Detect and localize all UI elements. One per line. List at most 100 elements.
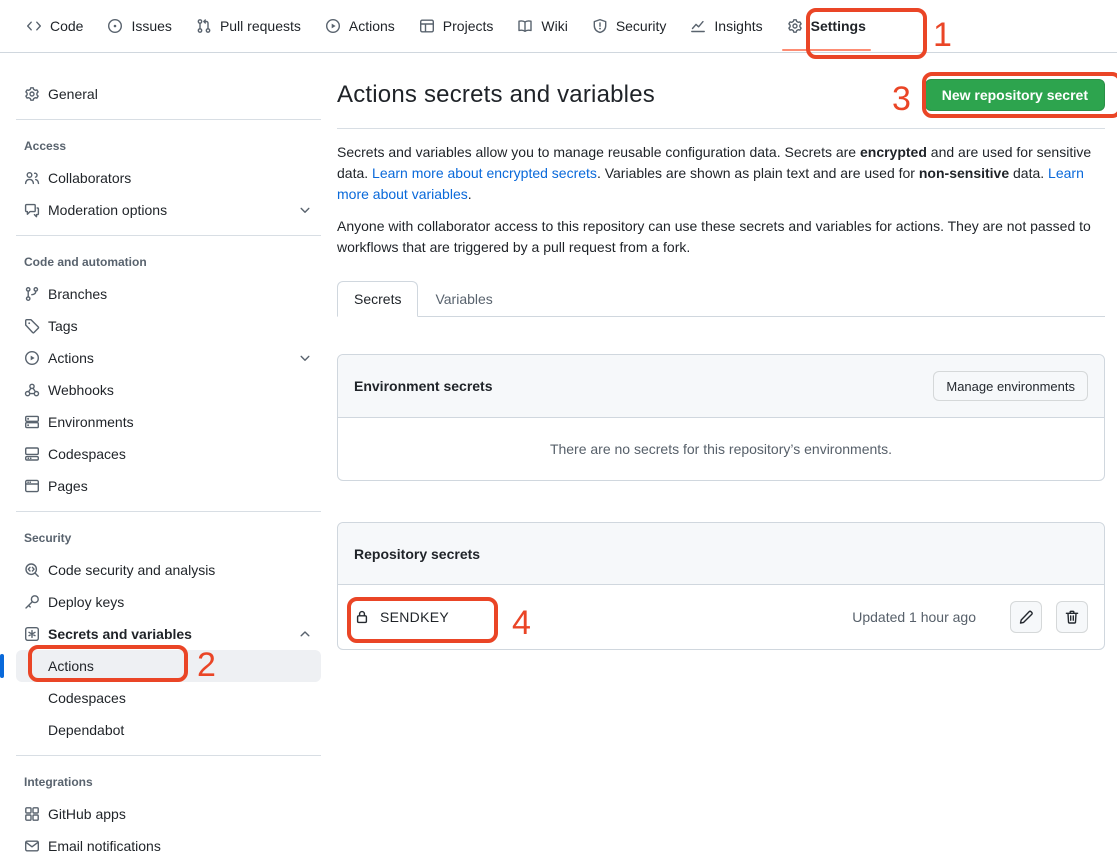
sidebar-section-title: Code and automation: [16, 245, 321, 278]
sidebar-divider: [16, 511, 321, 512]
new-repository-secret-button[interactable]: New repository secret: [925, 79, 1105, 111]
sidebar-item-collaborators[interactable]: Collaborators: [16, 162, 321, 194]
emphasis-text: non-sensitive: [919, 165, 1009, 181]
environment-secrets-header: Environment secrets Manage environments: [338, 355, 1104, 418]
nav-tab-label: Actions: [349, 18, 395, 34]
sidebar-item-label: GitHub apps: [48, 806, 126, 822]
nav-tab-insights[interactable]: Insights: [681, 0, 771, 52]
sidebar-item-label: Pages: [48, 478, 88, 494]
sidebar-item-moderation-options[interactable]: Moderation options: [16, 194, 321, 226]
manage-environments-button[interactable]: Manage environments: [933, 371, 1088, 401]
issue-opened-icon: [107, 18, 123, 34]
pencil-icon: [1018, 609, 1034, 625]
tab-secrets[interactable]: Secrets: [337, 281, 418, 317]
environment-secrets-empty-message: There are no secrets for this repository…: [338, 418, 1104, 480]
sidebar-divider: [16, 755, 321, 756]
chevron-up-icon: [297, 626, 313, 642]
key-asterisk-icon: [24, 626, 40, 642]
sidebar-item-environments[interactable]: Environments: [16, 406, 321, 438]
mail-icon: [24, 838, 40, 854]
repository-secrets-title: Repository secrets: [354, 546, 480, 562]
emphasis-text: encrypted: [860, 144, 927, 160]
sidebar-item-secrets-and-variables[interactable]: Secrets and variables: [16, 618, 321, 650]
sidebar-item-label: Deploy keys: [48, 594, 124, 610]
sidebar-item-label: Actions: [48, 658, 94, 674]
sidebar-item-label: Codespaces: [48, 690, 126, 706]
text-segment: data.: [1009, 165, 1048, 181]
nav-tab-issues[interactable]: Issues: [98, 0, 180, 52]
sidebar-item-label: Branches: [48, 286, 107, 302]
secret-row: SENDKEY Updated 1 hour ago: [338, 585, 1104, 649]
learn-more-link[interactable]: Learn more about encrypted secrets: [372, 165, 597, 181]
sidebar-divider: [16, 119, 321, 120]
nav-tab-label: Code: [50, 18, 83, 34]
sidebar-item-label: Dependabot: [48, 722, 124, 738]
intro-paragraph: Secrets and variables allow you to manag…: [337, 142, 1105, 205]
codescan-icon: [24, 562, 40, 578]
tab-variables[interactable]: Variables: [418, 281, 509, 317]
settings-sidebar: General Access Collaborators Moderation …: [0, 53, 337, 862]
text-segment: .: [468, 186, 472, 202]
gear-icon: [787, 18, 803, 34]
play-icon: [24, 350, 40, 366]
sidebar-item-dependabot[interactable]: Dependabot: [16, 714, 321, 746]
edit-secret-button[interactable]: [1010, 601, 1042, 633]
sidebar-item-pages[interactable]: Pages: [16, 470, 321, 502]
book-icon: [517, 18, 533, 34]
nav-tab-wiki[interactable]: Wiki: [508, 0, 576, 52]
sidebar-item-actions[interactable]: Actions: [16, 650, 321, 682]
sidebar-section-title: Security: [16, 521, 321, 554]
sidebar-divider: [16, 235, 321, 236]
git-pull-request-icon: [196, 18, 212, 34]
sidebar-item-code-security-and-analysis[interactable]: Code security and analysis: [16, 554, 321, 586]
nav-tab-label: Pull requests: [220, 18, 301, 34]
sidebar-item-label: Actions: [48, 350, 94, 366]
sidebar-item-general[interactable]: General: [16, 78, 321, 110]
nav-tab-actions[interactable]: Actions: [316, 0, 404, 52]
nav-tab-label: Wiki: [541, 18, 567, 34]
sidebar-item-branches[interactable]: Branches: [16, 278, 321, 310]
nav-tab-projects[interactable]: Projects: [410, 0, 503, 52]
sidebar-item-label: Collaborators: [48, 170, 131, 186]
environment-secrets-title: Environment secrets: [354, 378, 493, 394]
delete-secret-button[interactable]: [1056, 601, 1088, 633]
main-content: Actions secrets and variables New reposi…: [337, 53, 1117, 650]
repository-secrets-card: Repository secrets SENDKEY Updated 1 hou…: [337, 522, 1105, 650]
sidebar-item-codespaces[interactable]: Codespaces: [16, 682, 321, 714]
page-head: Actions secrets and variables New reposi…: [337, 79, 1105, 129]
nav-tab-label: Insights: [714, 18, 762, 34]
browser-icon: [24, 478, 40, 494]
collaborator-note-paragraph: Anyone with collaborator access to this …: [337, 216, 1105, 258]
nav-tab-pull-requests[interactable]: Pull requests: [187, 0, 310, 52]
nav-tab-label: Issues: [131, 18, 171, 34]
sidebar-item-actions[interactable]: Actions: [16, 342, 321, 374]
environment-secrets-card: Environment secrets Manage environments …: [337, 354, 1105, 481]
repo-tab-bar: Code Issues Pull requests Actions Projec…: [0, 0, 1117, 53]
nav-tab-label: Settings: [811, 18, 866, 34]
nav-tab-settings[interactable]: Settings: [778, 0, 875, 52]
sidebar-item-github-apps[interactable]: GitHub apps: [16, 798, 321, 830]
text-segment: . Variables are shown as plain text and …: [597, 165, 919, 181]
sidebar-item-webhooks[interactable]: Webhooks: [16, 374, 321, 406]
table-icon: [419, 18, 435, 34]
lock-icon: [354, 609, 370, 625]
sidebar-item-deploy-keys[interactable]: Deploy keys: [16, 586, 321, 618]
sidebar-section-title: Access: [16, 129, 321, 162]
graph-icon: [690, 18, 706, 34]
chevron-down-icon: [297, 350, 313, 366]
sidebar-item-label: General: [48, 86, 98, 102]
codespaces-icon: [24, 446, 40, 462]
sidebar-item-tags[interactable]: Tags: [16, 310, 321, 342]
sidebar-item-label: Codespaces: [48, 446, 126, 462]
sidebar-item-email-notifications[interactable]: Email notifications: [16, 830, 321, 862]
tag-icon: [24, 318, 40, 334]
sidebar-section-title: Integrations: [16, 765, 321, 798]
nav-tab-security[interactable]: Security: [583, 0, 676, 52]
code-icon: [26, 18, 42, 34]
sidebar-item-label: Environments: [48, 414, 134, 430]
nav-tab-code[interactable]: Code: [17, 0, 92, 52]
sidebar-item-codespaces[interactable]: Codespaces: [16, 438, 321, 470]
repository-secrets-header: Repository secrets: [338, 523, 1104, 585]
secret-updated-text: Updated 1 hour ago: [852, 609, 976, 625]
people-icon: [24, 170, 40, 186]
